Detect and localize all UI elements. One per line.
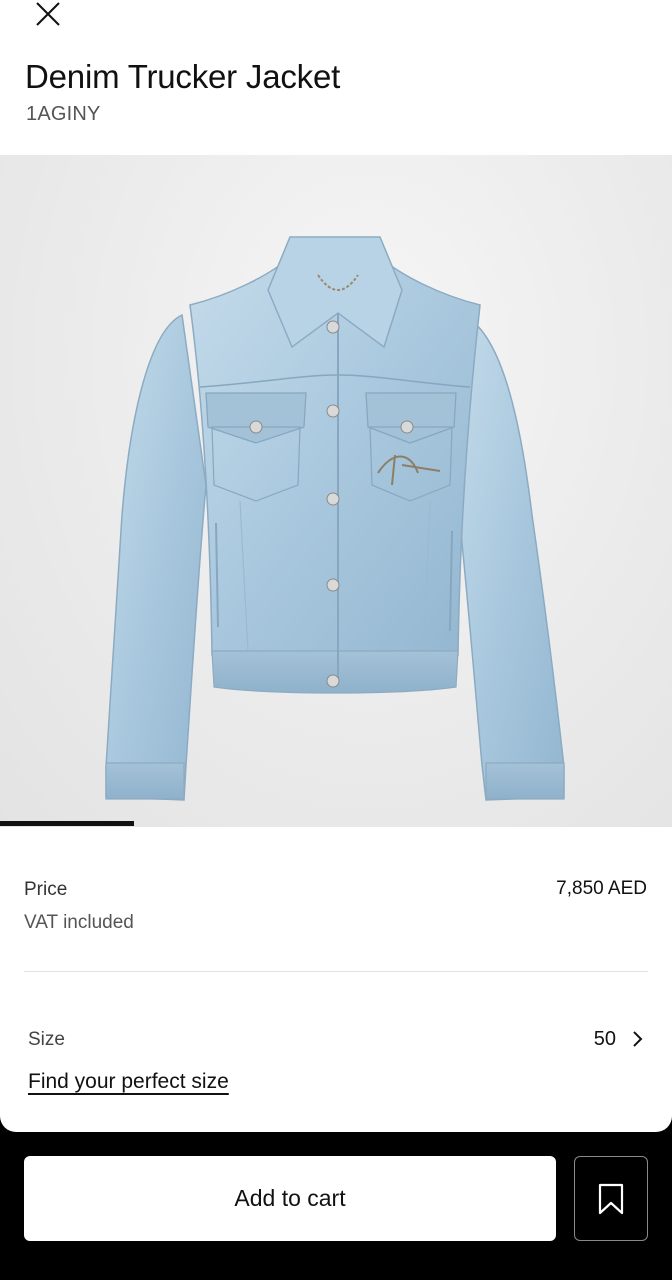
product-image (105, 236, 565, 801)
product-title: Denim Trucker Jacket (25, 58, 341, 95)
wishlist-button[interactable] (574, 1156, 648, 1241)
price-label: Price (24, 879, 68, 900)
vat-note: VAT included (24, 912, 134, 933)
size-selector[interactable]: 50 (594, 1022, 644, 1056)
add-to-cart-button[interactable]: Add to cart (24, 1156, 556, 1241)
size-value: 50 (593, 1027, 616, 1050)
price-value: 7,850 AED (556, 878, 647, 899)
close-button[interactable] (28, 0, 68, 34)
bookmark-icon (598, 1183, 624, 1214)
gallery-progress-track (0, 821, 672, 826)
divider (24, 971, 648, 972)
gallery-progress-fill (0, 821, 135, 826)
chevron-right-icon (633, 1031, 643, 1047)
product-sku: 1AGINY (26, 103, 101, 125)
product-page: Denim Trucker Jacket 1AGINY Price VAT in… (0, 0, 672, 1280)
size-label: Size (28, 1029, 65, 1050)
find-size-link[interactable]: Find your perfect size (28, 1070, 229, 1094)
close-icon (36, 2, 60, 26)
product-sheet: Denim Trucker Jacket 1AGINY Price VAT in… (0, 0, 672, 1132)
product-image-gallery[interactable] (0, 155, 672, 827)
